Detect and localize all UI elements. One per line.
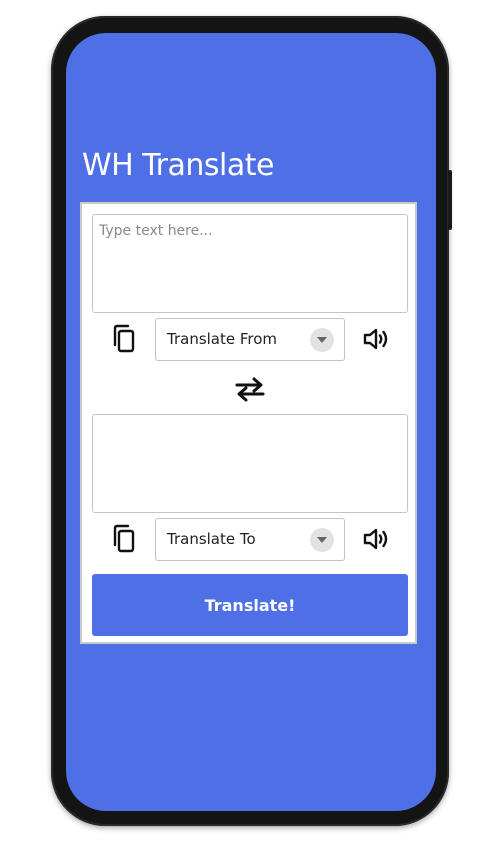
copy-icon: [113, 324, 135, 353]
source-language-select[interactable]: Translate From: [155, 318, 345, 361]
copy-source-button[interactable]: [107, 322, 141, 356]
target-language-select[interactable]: Translate To: [155, 518, 345, 561]
copy-icon: [113, 524, 135, 553]
target-language-label: Translate To: [167, 530, 256, 548]
phone-side-button: [448, 170, 452, 230]
chevron-down-icon: [310, 528, 334, 552]
swap-languages-button[interactable]: [233, 372, 267, 406]
speaker-icon: [363, 528, 388, 550]
translate-button[interactable]: Translate!: [92, 574, 408, 636]
copy-target-button[interactable]: [107, 522, 141, 556]
speaker-icon: [363, 328, 388, 350]
app-title: WH Translate: [82, 148, 274, 183]
speak-target-button[interactable]: [359, 522, 393, 556]
target-text-output[interactable]: [92, 414, 408, 513]
source-text-input[interactable]: [92, 214, 408, 313]
swap-arrows-icon: [235, 377, 265, 402]
chevron-down-icon: [310, 328, 334, 352]
speak-source-button[interactable]: [359, 322, 393, 356]
source-language-label: Translate From: [167, 330, 278, 348]
